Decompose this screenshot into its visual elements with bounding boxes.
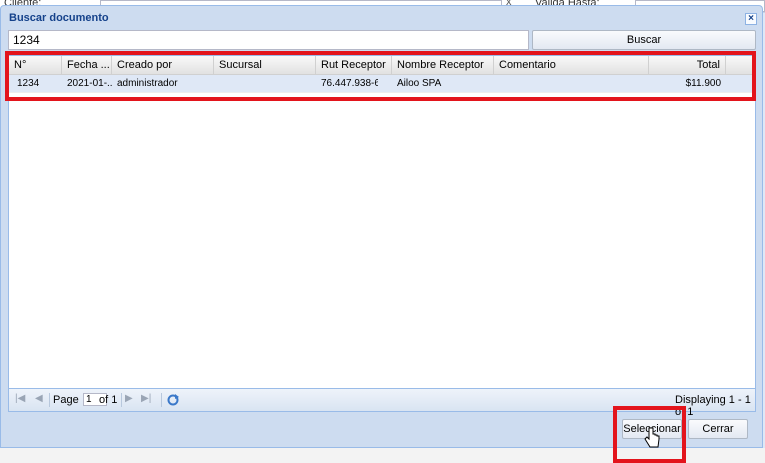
- column-header-fecha[interactable]: Fecha ...: [62, 56, 112, 74]
- table-row[interactable]: 1234 2021-01-... administrador 76.447.93…: [9, 75, 755, 93]
- grid-header: N° Fecha ... Creado por Sucursal Rut Rec…: [9, 56, 755, 75]
- displaying-info: Displaying 1 - 1 of 1: [675, 394, 751, 418]
- dialog-title: Buscar documento: [9, 12, 109, 24]
- cell-fecha: 2021-01-...: [67, 78, 112, 89]
- cell-rut-receptor: 76.447.938-6: [321, 78, 378, 89]
- results-grid: N° Fecha ... Creado por Sucursal Rut Rec…: [8, 55, 756, 412]
- search-button[interactable]: Buscar: [532, 30, 756, 50]
- cell-creado-por: administrador: [117, 78, 178, 89]
- column-header-comentario[interactable]: Comentario: [494, 56, 649, 74]
- paging-separator: [121, 393, 122, 407]
- next-page-icon[interactable]: ▶: [125, 393, 133, 404]
- page-label: Page: [53, 394, 79, 406]
- previous-page-icon[interactable]: ◀: [35, 393, 43, 404]
- background-bottom: [0, 448, 765, 463]
- cell-numero: 1234: [17, 78, 40, 89]
- column-header-sucursal[interactable]: Sucursal: [214, 56, 316, 74]
- first-page-icon[interactable]: |◀: [15, 393, 25, 404]
- search-input[interactable]: 1234: [8, 30, 529, 50]
- column-header-creado-por[interactable]: Creado por: [112, 56, 214, 74]
- page-of-label: of 1: [99, 394, 118, 406]
- refresh-icon[interactable]: [167, 394, 179, 406]
- cell-sucursal: [214, 75, 316, 92]
- cell-nombre-receptor: Ailoo SPA: [397, 78, 442, 89]
- column-header-total[interactable]: Total: [649, 56, 726, 74]
- cerrar-button[interactable]: Cerrar: [688, 419, 748, 439]
- column-header-rut-receptor[interactable]: Rut Receptor: [316, 56, 392, 74]
- hand-cursor-icon: [644, 427, 660, 448]
- paging-separator: [161, 393, 162, 407]
- cell-total: $11.900: [685, 78, 721, 89]
- last-page-icon[interactable]: ▶|: [141, 393, 151, 404]
- paging-separator: [49, 393, 50, 407]
- column-header-numero[interactable]: N°: [9, 56, 62, 74]
- close-icon[interactable]: ×: [745, 13, 757, 25]
- paging-toolbar: |◀ ◀ Page 1 of 1 ▶ ▶| Displaying 1 - 1 o…: [8, 388, 756, 418]
- cell-comentario: [494, 75, 649, 92]
- column-header-nombre-receptor[interactable]: Nombre Receptor: [392, 56, 494, 74]
